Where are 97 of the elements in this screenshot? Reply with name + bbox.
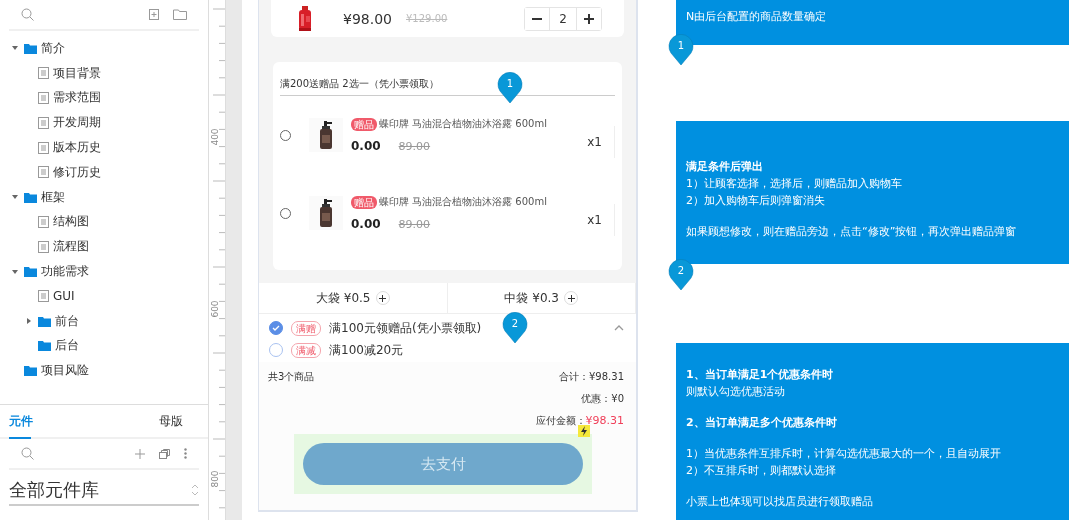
payable-amount: ¥98.31 bbox=[585, 414, 624, 427]
map-pin: 1 bbox=[497, 72, 523, 104]
original-price: ¥129.00 bbox=[406, 13, 448, 24]
folder-icon[interactable] bbox=[173, 9, 187, 20]
folder-icon bbox=[24, 191, 37, 203]
annotation-text: 1）让顾客选择，选择后，则赠品加入购物车 bbox=[686, 175, 903, 192]
annotation-text: 满足条件后弹出 bbox=[686, 158, 764, 175]
caret-icon[interactable] bbox=[12, 268, 18, 275]
gift-price: 0.00 bbox=[351, 217, 381, 231]
ruler-label: 600 bbox=[209, 300, 220, 318]
ruler-label: 400 bbox=[209, 128, 220, 146]
caret-icon[interactable] bbox=[12, 45, 18, 52]
page-tree-item[interactable]: 项目背景 bbox=[0, 60, 208, 86]
page-tree-item[interactable]: 功能需求 bbox=[0, 259, 208, 284]
caret-icon[interactable] bbox=[12, 194, 18, 201]
gift-quantity: x1 bbox=[587, 204, 615, 236]
library-select[interactable]: 全部元件库 bbox=[9, 478, 99, 502]
folder-icon bbox=[38, 340, 51, 352]
page-tree-item[interactable]: 前台 bbox=[0, 308, 208, 334]
radio-button[interactable] bbox=[280, 207, 291, 219]
minus-icon bbox=[532, 17, 542, 20]
promotion-checkbox[interactable] bbox=[269, 321, 283, 335]
gift-tag: 赠品 bbox=[351, 117, 377, 131]
promotion-label: 满100减20元 bbox=[329, 341, 404, 359]
page-tree-item[interactable]: 版本历史 bbox=[0, 135, 208, 160]
annotation-text: 1、当订单满足1个优惠条件时 bbox=[686, 366, 835, 383]
plus-icon bbox=[584, 13, 594, 24]
page-icon bbox=[38, 141, 49, 154]
annotation-text: 如果顾想修改，则在赠品旁边，点击“修改”按钮，再次弹出赠品弹窗 bbox=[686, 223, 1018, 240]
annotation-text: 2）加入购物车后则弹窗消失 bbox=[686, 192, 826, 209]
original-price: 89.00 bbox=[397, 139, 432, 153]
product-price: ¥98.00 bbox=[343, 10, 392, 27]
add-bag-button[interactable] bbox=[564, 291, 578, 305]
folder-icon bbox=[24, 365, 37, 377]
more-icon[interactable] bbox=[184, 448, 187, 459]
folder-icon bbox=[38, 315, 51, 327]
gift-name: 蝶印牌 马油混合植物油沐浴露 600ml bbox=[379, 117, 547, 131]
folder-icon bbox=[24, 266, 37, 278]
search-icon[interactable] bbox=[21, 8, 34, 21]
page-tree-item[interactable]: 框架 bbox=[0, 184, 208, 210]
page-tree-item[interactable]: 需求范围 bbox=[0, 85, 208, 111]
promotion-tag: 满赠 bbox=[291, 320, 321, 336]
annotation-text: 则默认勾选优惠活动 bbox=[686, 383, 786, 400]
caret-icon[interactable] bbox=[26, 318, 32, 325]
annotation-text: 小票上也体现可以找店员进行领取赠品 bbox=[686, 493, 874, 510]
lightning-icon bbox=[578, 425, 590, 437]
search-icon[interactable] bbox=[21, 447, 34, 460]
radio-button[interactable] bbox=[280, 129, 291, 141]
page-icon bbox=[38, 67, 49, 80]
page-icon bbox=[38, 215, 49, 228]
page-tree-item[interactable]: GUI bbox=[0, 283, 208, 309]
page-tree-item[interactable]: 后台 bbox=[0, 333, 208, 359]
bag-option: 大袋 ¥0.5 bbox=[315, 289, 371, 307]
bag-option: 中袋 ¥0.3 bbox=[504, 289, 559, 307]
copy-icon[interactable] bbox=[159, 448, 170, 459]
payable-label: 应付金额： bbox=[535, 414, 586, 428]
gift-quantity: x1 bbox=[587, 126, 615, 158]
add-icon[interactable] bbox=[135, 448, 145, 459]
total-amount: 合计：¥98.31 bbox=[559, 370, 624, 384]
annotation-text: 2）不互排斥时，则都默认选择 bbox=[686, 462, 837, 479]
promotion-label: 满100元领赠品(凭小票领取) bbox=[329, 319, 482, 337]
add-page-icon[interactable] bbox=[149, 9, 159, 20]
map-pin: 1 bbox=[668, 33, 694, 66]
map-pin: 2 bbox=[502, 312, 528, 344]
annotation-text: 2、当订单满足多个优惠条件时 bbox=[686, 414, 838, 431]
item-count: 共3个商品 bbox=[268, 370, 315, 384]
panel-tab[interactable]: 母版 bbox=[104, 405, 208, 437]
page-icon bbox=[38, 116, 49, 129]
map-pin: 2 bbox=[668, 259, 694, 292]
original-price: 89.00 bbox=[397, 217, 432, 231]
page-icon bbox=[38, 240, 49, 253]
promotion-tag: 满减 bbox=[291, 342, 321, 358]
plus-icon bbox=[567, 294, 575, 302]
promotion-checkbox[interactable] bbox=[269, 343, 283, 357]
chevron-up-icon[interactable] bbox=[614, 325, 624, 331]
gift-name: 蝶印牌 马油混合植物油沐浴露 600ml bbox=[379, 195, 547, 209]
gift-price: 0.00 bbox=[351, 139, 381, 153]
page-icon bbox=[38, 166, 49, 179]
page-tree-item[interactable]: 项目风险 bbox=[0, 358, 208, 384]
add-bag-button[interactable] bbox=[375, 291, 390, 305]
discount-amount: 优惠：¥0 bbox=[581, 392, 624, 406]
annotation-text: N由后台配置的商品数量确定 bbox=[686, 9, 828, 25]
page-tree-item[interactable]: 开发周期 bbox=[0, 110, 208, 136]
page-icon bbox=[38, 290, 49, 303]
page-tree-item[interactable]: 修订历史 bbox=[0, 160, 208, 185]
folder-icon bbox=[24, 42, 37, 54]
ruler-label: 800 bbox=[209, 470, 220, 488]
page-tree-item[interactable]: 结构图 bbox=[0, 209, 208, 235]
page-tree-item[interactable]: 简介 bbox=[0, 36, 208, 61]
gift-tag: 赠品 bbox=[351, 195, 377, 209]
page-icon bbox=[38, 92, 49, 104]
plus-icon bbox=[379, 294, 386, 302]
check-icon bbox=[272, 325, 280, 331]
chevron-up-down-icon[interactable] bbox=[191, 483, 199, 497]
panel-tab[interactable]: 元件 bbox=[0, 405, 104, 437]
page-tree-item[interactable]: 流程图 bbox=[0, 234, 208, 260]
annotation-text: 1）当优惠条件互排斥时，计算勾选优惠最大的一个，且自动展开 bbox=[686, 445, 1002, 462]
